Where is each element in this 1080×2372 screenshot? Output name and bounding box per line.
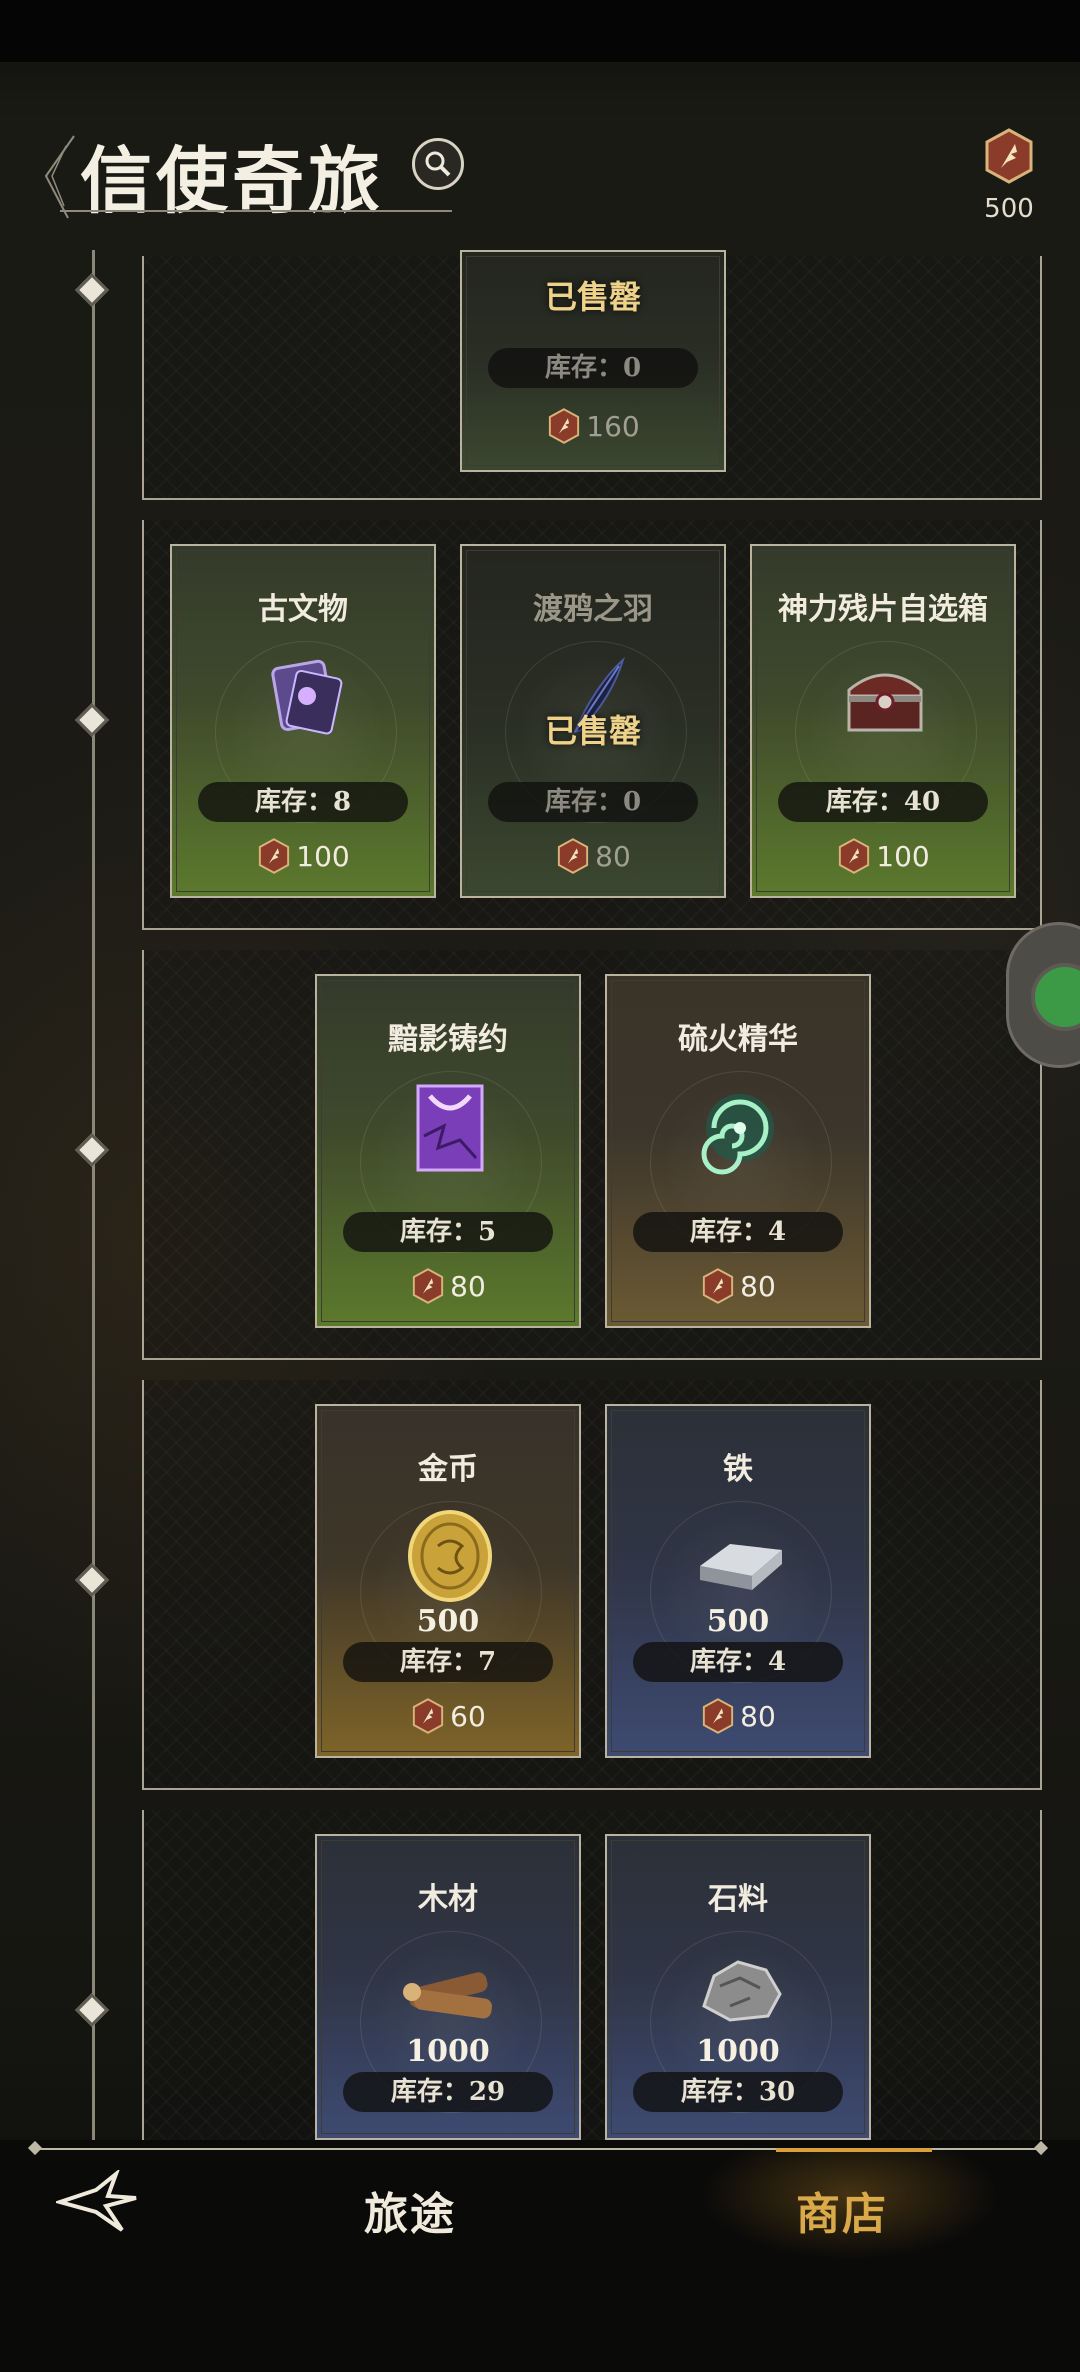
price-value: 100	[296, 839, 350, 873]
stock-label: 库存：40	[778, 782, 988, 822]
item-name: 金币	[418, 1452, 478, 1487]
currency-amount: 500	[984, 194, 1034, 224]
price-value: 80	[740, 1269, 776, 1303]
shop-item-card[interactable]: 金币 500 库存：7 60	[315, 1404, 581, 1758]
item-name: 黯影铸约	[388, 1022, 508, 1057]
item-quantity: 1000	[406, 2034, 490, 2069]
feather-token-icon	[985, 128, 1033, 184]
shop-item-card[interactable]: 已售罄 库存：0 160	[460, 250, 726, 472]
shop-item-card[interactable]: 铁 500 库存：4 80	[605, 1404, 871, 1758]
status-bar	[0, 0, 1080, 62]
wood-icon	[403, 1972, 492, 2019]
feather-token-icon	[259, 838, 290, 874]
item-name: 硫火精华	[678, 1022, 798, 1057]
shop-item-card[interactable]: 古文物 库存：8 100	[170, 544, 436, 898]
stock-label: 库存：5	[343, 1212, 553, 1252]
shop-tier-group: 古文物 库存：8 100 渡鸦之羽 已售罄 库存：0 80 神力残片自选箱 库存…	[142, 520, 1042, 930]
shop-item-card[interactable]: 木材 1000 库存：29	[315, 1834, 581, 2140]
shop-item-card[interactable]: 黯影铸约 库存：5 80	[315, 974, 581, 1328]
stock-label: 库存：7	[343, 1642, 553, 1682]
price-label: 160	[462, 408, 724, 444]
feather-token-icon	[703, 1268, 734, 1304]
item-name: 木材	[418, 1882, 478, 1917]
price-label: 80	[607, 1698, 869, 1734]
stock-label: 库存：29	[343, 2072, 553, 2112]
item-name: 神力残片自选箱	[778, 592, 988, 627]
shop-item-card[interactable]: 渡鸦之羽 已售罄 库存：0 80	[460, 544, 726, 898]
price-value: 80	[740, 1699, 776, 1733]
shop-item-card[interactable]: 硫火精华 库存：4 80	[605, 974, 871, 1328]
game-logo-icon[interactable]	[56, 2170, 140, 2234]
shop-tier-group: 黯影铸约 库存：5 80 硫火精华 库存：4 80	[142, 950, 1042, 1360]
sulfur-essence-icon	[701, 1094, 774, 1175]
item-name: 铁	[723, 1452, 753, 1487]
feather-token-icon	[413, 1268, 444, 1304]
active-tab-indicator	[776, 2148, 932, 2152]
soldout-label: 已售罄	[544, 278, 641, 316]
stock-label: 库存：0	[488, 348, 698, 388]
stock-label: 库存：4	[633, 1642, 843, 1682]
shop-item-card[interactable]: 石料 1000 库存：30	[605, 1834, 871, 2140]
feather-token-icon	[549, 408, 580, 444]
stock-label: 库存：8	[198, 782, 408, 822]
gold-coin-icon	[408, 1510, 492, 1602]
search-button[interactable]	[412, 138, 464, 190]
price-label: 100	[172, 838, 434, 874]
price-label: 60	[317, 1698, 579, 1734]
floating-chat-button[interactable]	[1006, 922, 1080, 1068]
title-divider	[60, 210, 452, 212]
feather-token-icon	[558, 838, 589, 874]
price-value: 160	[586, 409, 640, 443]
feather-token-icon	[703, 1698, 734, 1734]
item-quantity: 500	[706, 1604, 770, 1639]
header: 信使奇旅 500	[0, 62, 1080, 242]
shop-item-card[interactable]: 神力残片自选箱 库存：40 100	[750, 544, 1016, 898]
item-name: 渡鸦之羽	[533, 592, 653, 627]
stock-label: 库存：30	[633, 2072, 843, 2112]
artifact-icon	[271, 659, 343, 735]
price-value: 80	[450, 1269, 486, 1303]
price-label: 100	[752, 838, 1014, 874]
price-label: 80	[607, 1268, 869, 1304]
currency-display: 500	[974, 128, 1044, 224]
feather-token-icon	[413, 1698, 444, 1734]
price-label: 80	[462, 838, 724, 874]
price-value: 60	[450, 1699, 486, 1733]
chat-icon	[1031, 963, 1080, 1031]
title-ornament-icon	[44, 135, 75, 219]
item-quantity: 500	[416, 1604, 480, 1639]
shadow-pact-icon	[416, 1084, 484, 1172]
price-value: 80	[595, 839, 631, 873]
item-name: 古文物	[258, 592, 348, 627]
tab-journey[interactable]: 旅途	[364, 2178, 456, 2242]
soldout-label: 已售罄	[544, 712, 641, 750]
stock-label: 库存：4	[633, 1212, 843, 1252]
feather-token-icon	[839, 838, 870, 874]
item-name: 石料	[708, 1882, 768, 1917]
item-quantity: 1000	[696, 2034, 780, 2069]
shop-tier-group: 已售罄 库存：0 160	[142, 250, 1042, 500]
stock-label: 库存：0	[488, 782, 698, 822]
price-label: 80	[317, 1268, 579, 1304]
iron-ingot-icon	[700, 1544, 782, 1590]
tab-shop[interactable]: 商店	[796, 2178, 888, 2242]
price-value: 100	[876, 839, 930, 873]
search-icon	[425, 151, 451, 177]
timeline-line	[92, 250, 95, 2140]
stone-icon	[702, 1960, 782, 2022]
shop-tier-group: 金币 500 库存：7 60 铁 500 库存：4 80	[142, 1380, 1042, 1790]
chest-icon	[847, 673, 923, 732]
shop-tier-group: 木材 1000 库存：29 石料 1000 库存：30	[142, 1810, 1042, 2140]
